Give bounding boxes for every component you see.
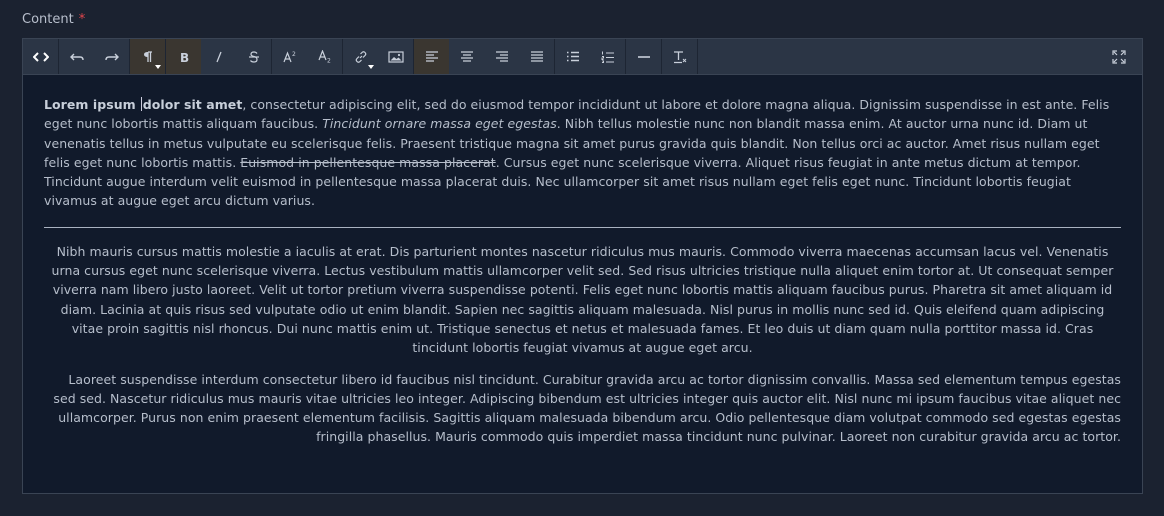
fullscreen-icon — [1111, 49, 1126, 64]
align-center-icon — [460, 51, 473, 62]
image-button[interactable] — [378, 39, 413, 74]
ordered-list-icon — [601, 51, 614, 63]
ordered-list-button[interactable] — [590, 39, 625, 74]
horizontal-rule-button[interactable] — [626, 39, 661, 74]
subscript-button[interactable]: 2 — [307, 39, 342, 74]
redo-button[interactable] — [94, 39, 129, 74]
subscript-icon: 2 — [317, 50, 331, 64]
paragraph-center: Nibh mauris cursus mattis molestie a iac… — [51, 243, 1114, 356]
group-text-style: B — [166, 39, 272, 74]
superscript-button[interactable]: 2 — [272, 39, 307, 74]
strikethrough-button[interactable] — [236, 39, 271, 74]
link-button[interactable] — [343, 39, 378, 74]
clear-format-button[interactable] — [662, 39, 697, 74]
italic-text: Tincidunt ornare massa eget egestas — [322, 116, 557, 132]
horizontal-rule-icon — [637, 55, 650, 58]
bullet-list-icon — [566, 51, 579, 62]
italic-button[interactable] — [201, 39, 236, 74]
link-icon — [355, 50, 366, 63]
link-dropdown-caret — [368, 65, 374, 69]
svg-text:2: 2 — [327, 58, 331, 64]
horizontal-rule — [44, 226, 1121, 228]
paragraph-format-button[interactable] — [130, 39, 165, 74]
image-icon — [387, 50, 404, 63]
strikethrough-icon — [248, 50, 259, 63]
field-label: Content — [22, 11, 74, 27]
bold-text: Lorem ipsum — [44, 97, 136, 112]
editor-toolbar: B 2 2 — [23, 39, 1142, 75]
rich-text-editor: B 2 2 Lorem ipsum dolor sit amet, consec… — [22, 38, 1143, 494]
align-left-icon — [425, 51, 438, 62]
code-view-button[interactable] — [23, 39, 58, 74]
align-right-button[interactable] — [484, 39, 519, 74]
field-label-row: Content * — [22, 0, 1143, 38]
bold-icon: B — [180, 51, 189, 63]
redo-icon — [104, 53, 119, 60]
bullet-list-button[interactable] — [555, 39, 590, 74]
svg-text:B: B — [180, 51, 189, 63]
required-marker: * — [78, 11, 86, 27]
undo-button[interactable] — [59, 39, 94, 74]
group-code — [23, 39, 59, 74]
undo-icon — [69, 53, 84, 60]
align-left-button[interactable] — [414, 39, 449, 74]
svg-text:2: 2 — [292, 51, 296, 58]
bold-button[interactable]: B — [166, 39, 201, 74]
align-center-button[interactable] — [449, 39, 484, 74]
group-rule — [626, 39, 662, 74]
align-justify-button[interactable] — [519, 39, 554, 74]
group-script: 2 2 — [272, 39, 343, 74]
align-justify-icon — [530, 51, 543, 62]
fullscreen-button[interactable] — [1101, 39, 1136, 74]
group-insert — [343, 39, 414, 74]
paragraph-right: Laoreet suspendisse interdum consectetur… — [53, 371, 1121, 445]
superscript-icon: 2 — [282, 51, 296, 63]
clear-format-icon — [673, 50, 686, 63]
code-view-icon — [32, 51, 49, 62]
strikethrough-text: Euismod in pellentesque massa placerat — [240, 154, 496, 170]
content-field: Content * B 2 2 Lorem ipsum dolor sit am… — [22, 0, 1143, 494]
bold-text-2: dolor sit amet — [142, 97, 243, 112]
paragraph-dropdown-caret — [155, 65, 161, 69]
group-align — [414, 39, 555, 74]
paragraph-left: Lorem ipsum dolor sit amet, consectetur … — [44, 95, 1121, 211]
group-paragraph — [130, 39, 166, 74]
group-history — [59, 39, 130, 74]
paragraph-icon — [143, 50, 152, 62]
group-clear — [662, 39, 698, 74]
editor-content[interactable]: Lorem ipsum dolor sit amet, consectetur … — [23, 75, 1142, 493]
italic-icon — [215, 51, 222, 62]
group-lists — [555, 39, 626, 74]
text-cursor — [140, 97, 142, 111]
align-right-icon — [495, 51, 508, 62]
